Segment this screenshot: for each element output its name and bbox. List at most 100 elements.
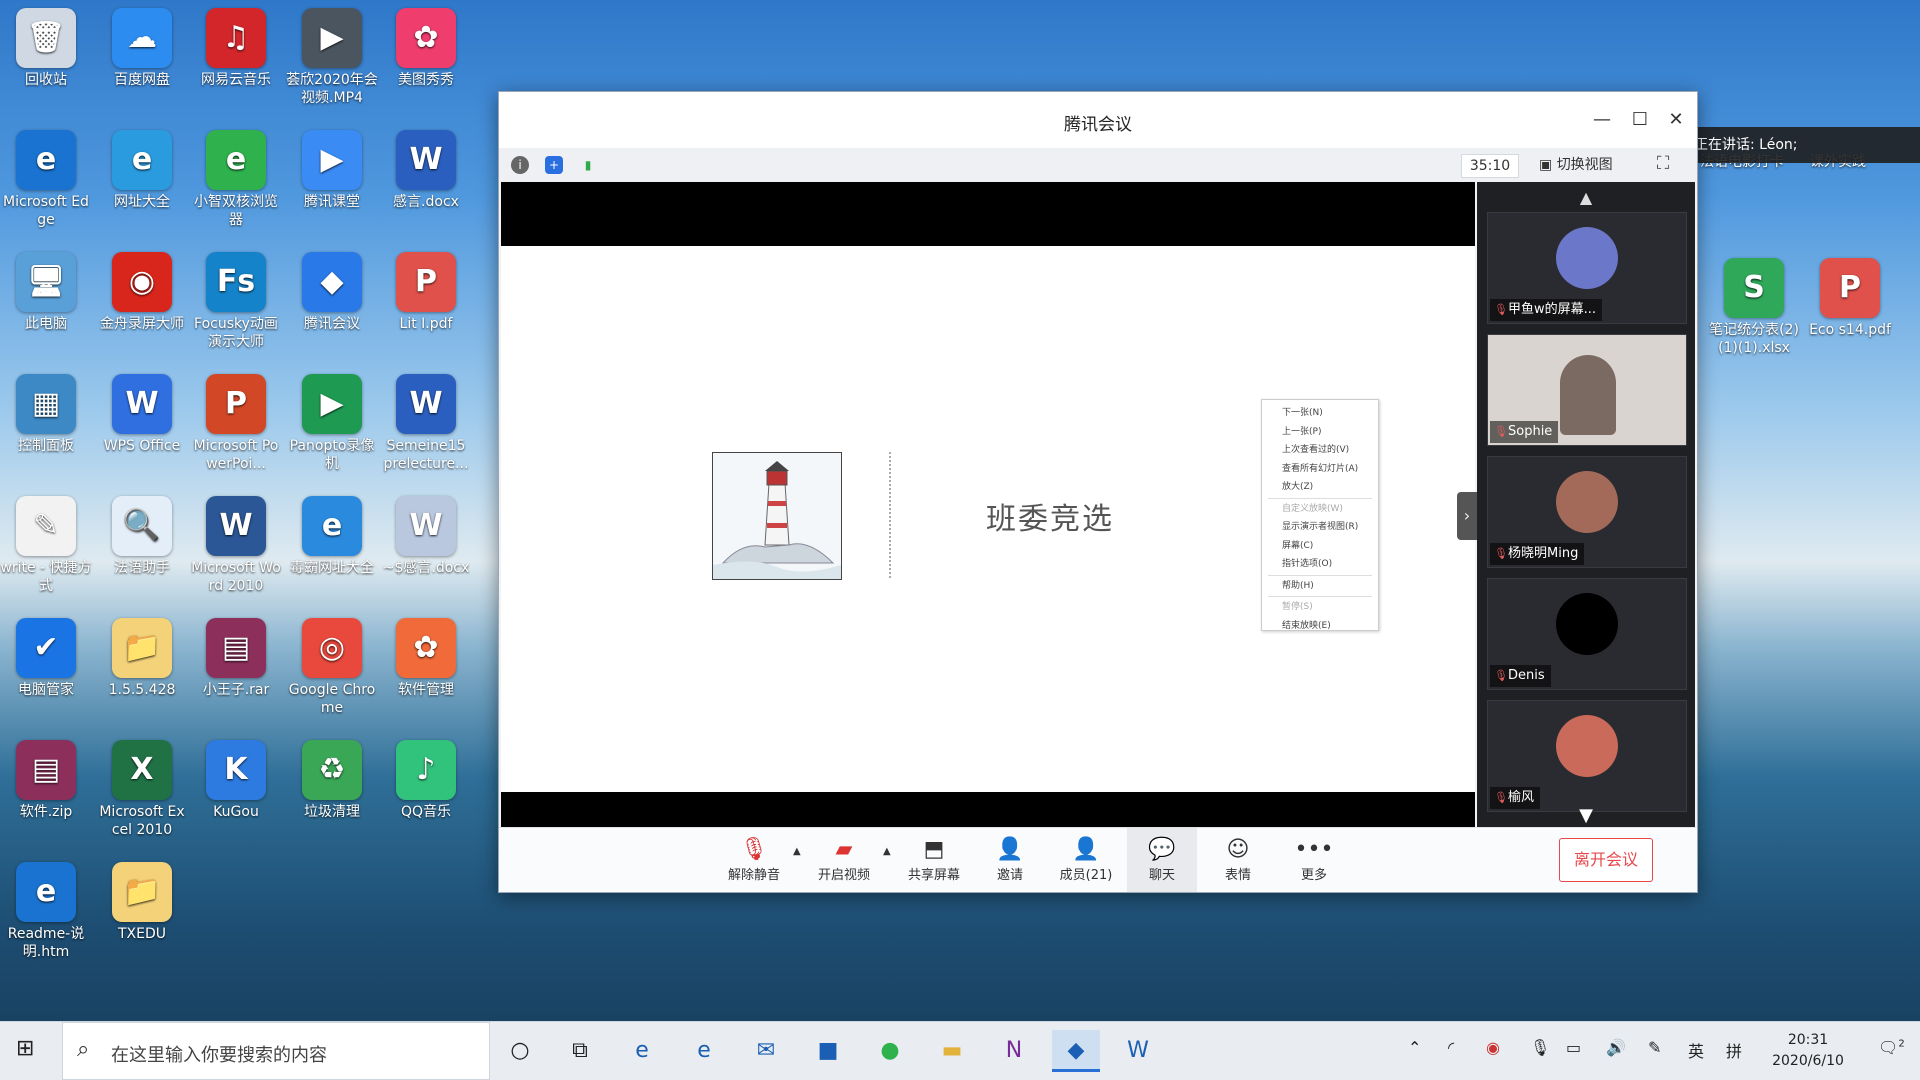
desktop-icon[interactable]: e 毒霸网址大全 <box>286 496 378 577</box>
desktop-icon[interactable]: X Microsoft Excel 2010 <box>96 740 188 839</box>
desktop-icon[interactable]: P Lit I.pdf <box>380 252 472 333</box>
more-button[interactable]: ••• 更多 <box>1279 836 1349 883</box>
start-video-button[interactable]: ▰ 开启视频 <box>809 836 879 883</box>
desktop-icon[interactable]: ▶ Panopto录像机 <box>286 374 378 473</box>
members-button[interactable]: 👤 成员(21) <box>1051 836 1121 883</box>
desktop-icon[interactable]: ▶ 荟欣2020年会视频.MP4 <box>286 8 378 107</box>
collapse-panel-button[interactable]: › <box>1457 492 1477 540</box>
wps-taskbar-icon[interactable]: W <box>1114 1030 1162 1072</box>
desktop-icon[interactable]: ✎ write - 快捷方式 <box>0 496 92 595</box>
desktop-icon[interactable]: ♫ 网易云音乐 <box>190 8 282 89</box>
task-view-icon[interactable]: ⧉ <box>556 1030 604 1072</box>
context-menu-item[interactable]: 下一张(N) <box>1262 404 1378 423</box>
cortana-icon[interactable]: ○ <box>496 1030 544 1072</box>
wechat-taskbar-icon[interactable]: ● <box>866 1030 914 1072</box>
shield-icon[interactable]: + <box>545 156 563 174</box>
desktop-icon[interactable]: ◉ 金舟录屏大师 <box>96 252 188 333</box>
desktop-icon[interactable]: 🔍 法语助手 <box>96 496 188 577</box>
context-menu-item[interactable]: 放大(Z) <box>1262 478 1378 497</box>
windows-start-icon[interactable]: ⊞ <box>16 1036 46 1066</box>
chat-button[interactable]: 💬 聊天 <box>1127 828 1197 892</box>
close-button[interactable]: ✕ <box>1661 106 1691 134</box>
context-menu-item[interactable]: 显示演示者视图(R) <box>1262 518 1378 537</box>
signal-icon[interactable]: ▮ <box>579 156 597 174</box>
participant-tile[interactable]: 🎙榆风 <box>1487 700 1687 812</box>
desktop-icon[interactable]: S 笔记统分表(2)(1)(1).xlsx <box>1708 258 1800 357</box>
desktop-icon[interactable]: ▶ 腾讯课堂 <box>286 130 378 211</box>
network-icon[interactable]: ◜ <box>1448 1038 1454 1057</box>
desktop-icon[interactable]: ▦ 控制面板 <box>0 374 92 455</box>
desktop-icon[interactable]: W Semeine15 prelecture... <box>380 374 472 473</box>
desktop-icon[interactable]: ✔ 电脑管家 <box>0 618 92 699</box>
desktop-icon[interactable]: P Eco s14.pdf <box>1804 258 1896 339</box>
maximize-button[interactable]: ☐ <box>1625 106 1655 134</box>
info-icon[interactable]: i <box>511 156 529 174</box>
desktop-icon[interactable]: e 小智双核浏览器 <box>190 130 282 229</box>
file-explorer-taskbar-icon[interactable]: ▬ <box>928 1030 976 1072</box>
context-menu-item[interactable]: 屏幕(C) <box>1262 537 1378 556</box>
invite-button[interactable]: 👤 邀请 <box>975 836 1045 883</box>
context-menu-item[interactable]: 指针选项(O) <box>1262 555 1378 574</box>
participant-tile[interactable]: 🎙杨晓明Ming <box>1487 456 1687 568</box>
context-menu-item[interactable]: 上一张(P) <box>1262 423 1378 442</box>
ie-taskbar-icon[interactable]: e <box>680 1030 728 1072</box>
volume-icon[interactable]: 🔊 <box>1606 1038 1626 1057</box>
desktop-icon[interactable]: ✿ 软件管理 <box>380 618 472 699</box>
context-menu-item[interactable]: 帮助(H) <box>1262 577 1378 596</box>
tencent-meeting-taskbar-icon[interactable]: ◆ <box>1052 1030 1100 1072</box>
participant-tile[interactable]: 🎙Denis <box>1487 578 1687 690</box>
desktop-icon[interactable]: 📁 TXEDU <box>96 862 188 943</box>
tray-overflow-icon[interactable]: ⌃ <box>1408 1038 1421 1057</box>
desktop-icon[interactable]: W Microsoft Word 2010 <box>190 496 282 595</box>
scroll-down-icon[interactable]: ▼ <box>1477 805 1695 826</box>
participant-tile[interactable]: 🎙Sophie <box>1487 334 1687 446</box>
emoji-button[interactable]: ☺ 表情 <box>1203 836 1273 883</box>
desktop-icon[interactable]: K KuGou <box>190 740 282 821</box>
desktop-icon[interactable]: ♪ QQ音乐 <box>380 740 472 821</box>
zoom-taskbar-icon[interactable]: ■ <box>804 1030 852 1072</box>
fullscreen-icon[interactable]: ⛶ <box>1651 153 1675 177</box>
share-screen-button[interactable]: ⬒ 共享屏幕 <box>899 836 969 883</box>
desktop-icon[interactable]: 📁 1.5.5.428 <box>96 618 188 699</box>
audio-options-caret[interactable]: ▲ <box>793 846 801 857</box>
desktop-icon[interactable]: W 感言.docx <box>380 130 472 211</box>
desktop-icon[interactable]: ♻ 垃圾清理 <box>286 740 378 821</box>
desktop-icon[interactable]: e 网址大全 <box>96 130 188 211</box>
desktop-icon[interactable]: ◆ 腾讯会议 <box>286 252 378 333</box>
notifications-icon[interactable]: 🗨2 <box>1878 1038 1905 1057</box>
desktop-icon[interactable]: P Microsoft PowerPoi... <box>190 374 282 473</box>
context-menu-item[interactable]: 结束放映(E) <box>1262 617 1378 636</box>
desktop-icon[interactable]: W WPS Office <box>96 374 188 455</box>
edge-taskbar-icon[interactable]: e <box>618 1030 666 1072</box>
desktop-icon[interactable]: ✿ 美图秀秀 <box>380 8 472 89</box>
security-tray-icon[interactable]: ◉ <box>1486 1038 1500 1057</box>
desktop-icon[interactable]: e Readme-说明.htm <box>0 862 92 961</box>
participant-tile[interactable]: 🎙甲鱼w的屏幕... <box>1487 212 1687 324</box>
desktop-icon[interactable]: ▤ 小王子.rar <box>190 618 282 699</box>
desktop-icon[interactable]: 🖥 此电脑 <box>0 252 92 333</box>
context-menu-item[interactable]: 上次查看过的(V) <box>1262 441 1378 460</box>
clock[interactable]: 20:31 2020/6/10 <box>1756 1030 1860 1072</box>
desktop-icon[interactable]: Fs Focusky动画演示大师 <box>190 252 282 351</box>
desktop-icon[interactable]: ◎ Google Chrome <box>286 618 378 717</box>
ime-language[interactable]: 英 <box>1688 1038 1704 1062</box>
desktop-icon[interactable]: W ~$感言.docx <box>380 496 472 577</box>
microphone-tray-icon[interactable]: 🎙 <box>1530 1038 1550 1057</box>
desktop-icon[interactable]: e Microsoft Edge <box>0 130 92 229</box>
battery-icon[interactable]: ▭ <box>1566 1038 1581 1057</box>
desktop-icon[interactable]: ☁ 百度网盘 <box>96 8 188 89</box>
unmute-button[interactable]: 🎙 解除静音 <box>719 836 789 883</box>
leave-meeting-button[interactable]: 离开会议 <box>1559 838 1653 882</box>
pen-icon[interactable]: ✎ <box>1648 1038 1661 1057</box>
desktop-icon[interactable]: 🗑 回收站 <box>0 8 92 89</box>
mail-taskbar-icon[interactable]: ✉ <box>742 1030 790 1072</box>
search-box[interactable]: ⌕ 在这里输入你要搜索的内容 <box>62 1022 490 1080</box>
scroll-up-icon[interactable]: ▲ <box>1477 188 1695 207</box>
video-options-caret[interactable]: ▲ <box>883 846 891 857</box>
switch-view-button[interactable]: ▣ 切换视图 <box>1539 154 1613 176</box>
context-menu-item[interactable]: 查看所有幻灯片(A) <box>1262 460 1378 479</box>
onenote-taskbar-icon[interactable]: N <box>990 1030 1038 1072</box>
minimize-button[interactable]: — <box>1587 106 1617 134</box>
desktop-icon[interactable]: ▤ 软件.zip <box>0 740 92 821</box>
ime-mode[interactable]: 拼 <box>1726 1038 1742 1062</box>
